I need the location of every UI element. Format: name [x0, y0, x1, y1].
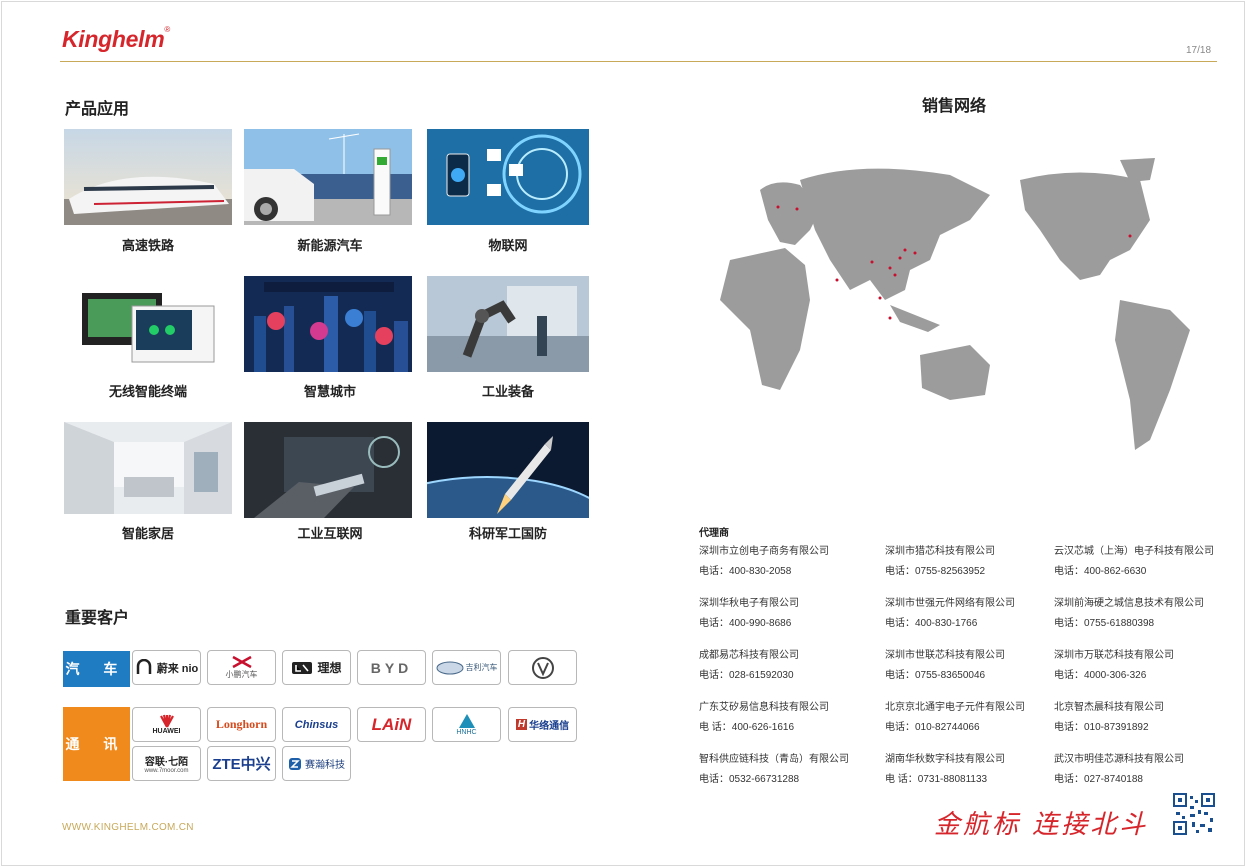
distributor-entry: 深圳前海硬之城信息技术有限公司 电话：0755-61880398	[1054, 598, 1204, 629]
distributor-entry: 广东艾矽易信息科技有限公司电 话：400-626-1616	[699, 702, 829, 733]
distributor-entry: 深圳市世联芯科技有限公司 电话：0755-83650046	[885, 650, 1005, 681]
world-map	[700, 150, 1230, 460]
brand-name: HNHC	[456, 729, 477, 736]
distributor-entry: 深圳市猎芯科技有限公司 电话：0755-82563952	[885, 546, 995, 577]
website-link[interactable]: WWW.KINGHELM.COM.CN	[62, 822, 194, 833]
brand-name: 蔚来 nio	[156, 662, 199, 675]
distributor-entry: 成都易芯科技有限公司 电话：028-61592030	[699, 650, 799, 681]
application-label: 工业互联网	[297, 526, 363, 541]
distributor-entry: 智科供应链科技（青岛）有限公司 电话：0532-66731288	[699, 754, 849, 785]
brand-xpeng-logo[interactable]: 小鹏汽车	[207, 650, 276, 685]
application-label: 科研军工国防	[468, 526, 547, 541]
hualuo-mark-icon: H	[515, 719, 528, 730]
lixiang-icon	[292, 661, 313, 674]
hnhc-triangle-icon	[458, 714, 475, 728]
changan-v-icon	[531, 656, 554, 679]
application-label: 高速铁路	[121, 238, 174, 253]
brand-name: BYD	[370, 659, 413, 676]
application-label: 工业装备	[481, 384, 534, 399]
distributor-entry: 武汉市明佳芯源科技有限公司 电话：027-8740188	[1054, 754, 1184, 785]
smart-home-photo	[64, 422, 232, 518]
brand-name: 理想	[317, 661, 342, 675]
brand-nio-logo[interactable]: 蔚来 nio	[132, 650, 201, 685]
page-number: 17/18	[1186, 45, 1212, 56]
distributor-entry: 深圳华秋电子有限公司 电话：400-990-8686	[699, 598, 799, 629]
applications-title: 产品应用	[65, 101, 130, 118]
brand-hnhc-logo[interactable]: HNHC	[432, 707, 501, 742]
application-label: 智慧城市	[303, 384, 356, 399]
iot-photo	[427, 129, 595, 225]
brand-zte-logo[interactable]: ZTE中兴	[207, 746, 276, 781]
application-label: 智能家居	[121, 526, 174, 541]
nio-icon	[136, 658, 151, 674]
distributor-entry: 深圳市万联芯科技有限公司 电话：4000-306-326	[1054, 650, 1174, 681]
brand-changan-logo[interactable]	[508, 650, 577, 685]
distributor-entry: 云汉芯城（上海）电子科技有限公司 电话：400-862-6630	[1054, 546, 1214, 577]
brand-name: 容联·七陌	[144, 757, 189, 768]
brand-name: 小鹏汽车	[225, 670, 258, 679]
brand-name: 华络通信	[529, 721, 570, 732]
saihan-icon	[289, 757, 301, 770]
distributor-entry: 北京京北通宇电子元件有限公司 电话：010-82744066	[885, 702, 1025, 733]
brand-name: Longhorn	[215, 717, 268, 731]
qr-code-icon[interactable]	[1172, 792, 1216, 836]
slogan: 金航标 连接北斗	[934, 810, 1149, 840]
header-rule	[60, 61, 1217, 62]
application-label: 新能源汽车	[297, 238, 363, 253]
smart-terminal-photo	[64, 276, 232, 372]
application-label: 无线智能终端	[108, 384, 187, 399]
distributor-entry: 北京智杰晨科技有限公司 电话：010-87391892	[1054, 702, 1164, 733]
brand-geely-logo[interactable]: 吉利汽车	[432, 650, 501, 685]
kinghelm-logo[interactable]: Kinghelm®	[62, 25, 170, 53]
distributors-title: 代理商	[699, 528, 729, 539]
industrial-robot-photo	[427, 276, 595, 372]
brand-byd-logo[interactable]: BYD	[357, 650, 426, 685]
industrial-internet-photo	[244, 422, 412, 518]
brand-lixiang-logo[interactable]: 理想	[282, 650, 351, 685]
distributor-entry: 深圳市立创电子商务有限公司 电话：400-830-2058	[699, 546, 829, 577]
brand-name: LAiN	[371, 714, 412, 734]
huawei-petal-icon	[159, 714, 174, 728]
distributor-entry: 深圳市世强元件网络有限公司 电话：400-830-1766	[885, 598, 1015, 629]
brand-huawei-logo[interactable]: HUAWEI	[132, 707, 201, 742]
brand-chinsus-logo[interactable]: Chinsus	[282, 707, 351, 742]
brand-name: Chinsus	[294, 718, 339, 731]
category-auto: 汽 车	[63, 651, 130, 687]
brand-name: 赛瀚科技	[305, 760, 345, 771]
brand-rongian-logo[interactable]: 容联·七陌 www.7moor.com	[132, 746, 201, 781]
geely-icon	[436, 661, 463, 674]
distributor-entry: 湖南华秋数字科技有限公司电 话：0731-88081133	[885, 754, 1005, 785]
category-telecom: 通 讯	[63, 707, 130, 781]
brand-longhorn-logo[interactable]: Longhorn	[207, 707, 276, 742]
application-label: 物联网	[488, 238, 528, 253]
smart-city-photo	[244, 276, 412, 372]
xpeng-icon	[231, 655, 252, 669]
brand-hualuo-logo[interactable]: H 华络通信	[508, 707, 577, 742]
brand-saihan-logo[interactable]: 赛瀚科技	[282, 746, 351, 781]
brand-lain-logo[interactable]: LAiN	[357, 707, 426, 742]
customers-title: 重要客户	[65, 610, 130, 627]
sales-network-title: 销售网络	[922, 98, 987, 115]
brand-name: 吉利汽车	[465, 663, 498, 672]
brand-name: HUAWEI	[152, 728, 181, 735]
brand-subtext: www.7moor.com	[144, 768, 189, 774]
ev-charging-photo	[244, 129, 412, 225]
high-speed-train-photo	[64, 129, 232, 225]
brand-name: ZTE中兴	[212, 756, 271, 773]
rocket-photo	[427, 422, 595, 518]
